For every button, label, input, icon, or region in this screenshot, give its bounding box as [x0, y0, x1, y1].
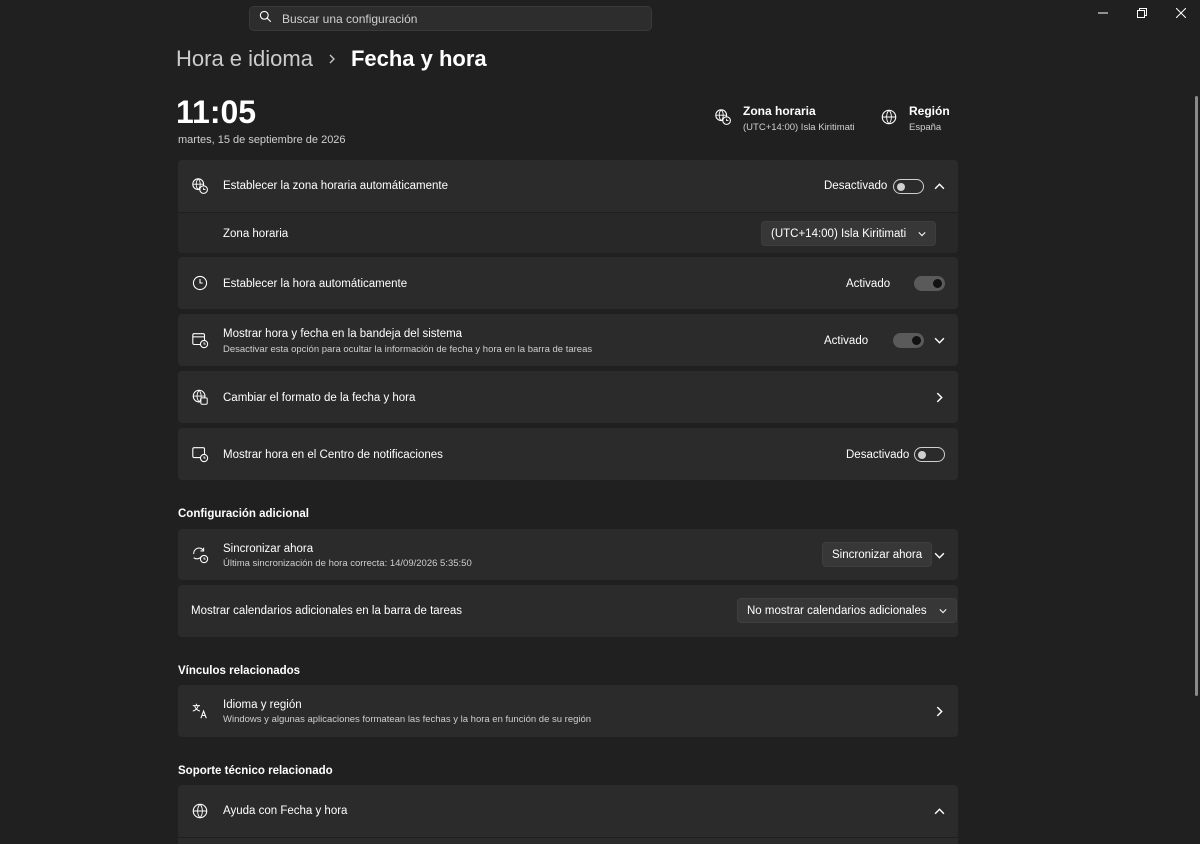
sync-now-button[interactable]: Sincronizar ahora [822, 542, 933, 567]
related-section-title: Vínculos relacionados [178, 665, 301, 677]
auto-time-toggle[interactable] [914, 276, 945, 291]
language-region-card[interactable]: Idioma y región Windows y algunas aplica… [178, 685, 958, 737]
minimize-button[interactable] [1083, 0, 1122, 26]
auto-timezone-toggle[interactable] [893, 179, 924, 194]
close-button[interactable] [1161, 0, 1200, 26]
scrollbar[interactable] [1195, 96, 1198, 696]
clock-icon [191, 274, 209, 292]
support-section-title: Soporte técnico relacionado [178, 765, 333, 777]
chevron-down-icon[interactable] [933, 334, 945, 346]
chevron-right-icon [933, 705, 945, 717]
breadcrumb-parent[interactable]: Hora e idioma [176, 46, 313, 72]
search-icon [259, 10, 272, 28]
globe-icon [191, 802, 209, 820]
calendars-label: Mostrar calendarios adicionales en la ba… [191, 605, 463, 617]
timezone-info: Zona horaria (UTC+14:00) Isla Kiritimati [714, 104, 855, 133]
notif-status: Desactivado [846, 449, 910, 461]
breadcrumb: Hora e idioma Fecha y hora [176, 44, 487, 74]
sync-description: Última sincronización de hora correcta: … [223, 558, 472, 569]
globe-clock-icon [191, 177, 209, 195]
sync-label: Sincronizar ahora [223, 543, 314, 555]
region-value: España [909, 122, 942, 133]
notif-toggle[interactable] [914, 447, 945, 462]
timezone-dropdown-value: (UTC+14:00) Isla Kiritimati [771, 227, 907, 240]
tray-toggle[interactable] [893, 333, 924, 348]
current-time: 11:05 [176, 94, 257, 130]
format-label: Cambiar el formato de la fecha y hora [223, 392, 416, 404]
chevron-down-icon[interactable] [933, 549, 945, 561]
chevron-up-icon[interactable] [933, 180, 945, 192]
additional-section-title: Configuración adicional [178, 508, 309, 520]
auto-time-status: Activado [846, 278, 891, 290]
help-card: Ayuda con Fecha y hora [178, 785, 958, 844]
chevron-right-icon [933, 391, 945, 403]
sync-card: Sincronizar ahora Última sincronización … [178, 529, 958, 580]
chevron-down-icon [918, 230, 926, 238]
language-region-description: Windows y algunas aplicaciones formatean… [223, 714, 592, 725]
auto-timezone-status: Desactivado [824, 180, 888, 192]
page-title: Fecha y hora [350, 46, 487, 71]
calendars-dropdown[interactable]: No mostrar calendarios adicionales [737, 598, 957, 623]
calendar-clock-icon [191, 331, 209, 349]
timezone-value: (UTC+14:00) Isla Kiritimati [743, 122, 855, 133]
search-input[interactable]: Buscar una configuración [282, 12, 417, 26]
auto-timezone-card: Establecer la zona horaria automáticamen… [178, 160, 958, 253]
restore-button[interactable] [1122, 0, 1161, 26]
notif-card[interactable]: Mostrar hora en el Centro de notificacio… [178, 428, 958, 480]
tray-status: Activado [824, 335, 869, 347]
help-row[interactable]: Ayuda con Fecha y hora [178, 785, 958, 837]
globe-clock-icon [714, 104, 743, 131]
sync-clock-icon [191, 546, 209, 564]
format-card[interactable]: Cambiar el formato de la fecha y hora [178, 371, 958, 423]
globe-calendar-icon [191, 388, 209, 406]
region-title: Región [909, 104, 950, 118]
monitor-clock-icon [191, 445, 209, 463]
sync-now-button-label: Sincronizar ahora [832, 548, 923, 561]
language-icon [191, 702, 209, 720]
tray-card: Mostrar hora y fecha en la bandeja del s… [178, 314, 958, 366]
tray-description: Desactivar esta opción para ocultar la i… [223, 344, 593, 355]
region-info: Región España [880, 104, 950, 133]
tray-label: Mostrar hora y fecha en la bandeja del s… [223, 328, 463, 340]
search-box[interactable]: Buscar una configuración [249, 6, 652, 31]
chevron-up-icon[interactable] [933, 805, 945, 817]
auto-timezone-label: Establecer la zona horaria automáticamen… [223, 180, 449, 192]
chevron-down-icon [939, 607, 947, 615]
timezone-title: Zona horaria [743, 104, 816, 118]
timezone-row: Zona horaria (UTC+14:00) Isla Kiritimati [178, 213, 958, 253]
window-controls [1083, 0, 1200, 26]
auto-time-label: Establecer la hora automáticamente [223, 278, 408, 290]
auto-time-card[interactable]: Establecer la hora automáticamente Activ… [178, 257, 958, 309]
language-region-label: Idioma y región [223, 699, 302, 711]
notif-label: Mostrar hora en el Centro de notificacio… [223, 449, 443, 461]
timezone-dropdown[interactable]: (UTC+14:00) Isla Kiritimati [761, 221, 937, 246]
calendars-card: Mostrar calendarios adicionales en la ba… [178, 585, 958, 637]
timezone-label: Zona horaria [223, 228, 289, 240]
calendars-dropdown-value: No mostrar calendarios adicionales [747, 604, 927, 617]
chevron-right-icon [327, 54, 337, 64]
auto-timezone-row[interactable]: Establecer la zona horaria automáticamen… [178, 160, 958, 212]
help-label: Ayuda con Fecha y hora [223, 805, 348, 817]
globe-icon [880, 104, 909, 131]
current-date: martes, 15 de septiembre de 2026 [178, 134, 346, 146]
